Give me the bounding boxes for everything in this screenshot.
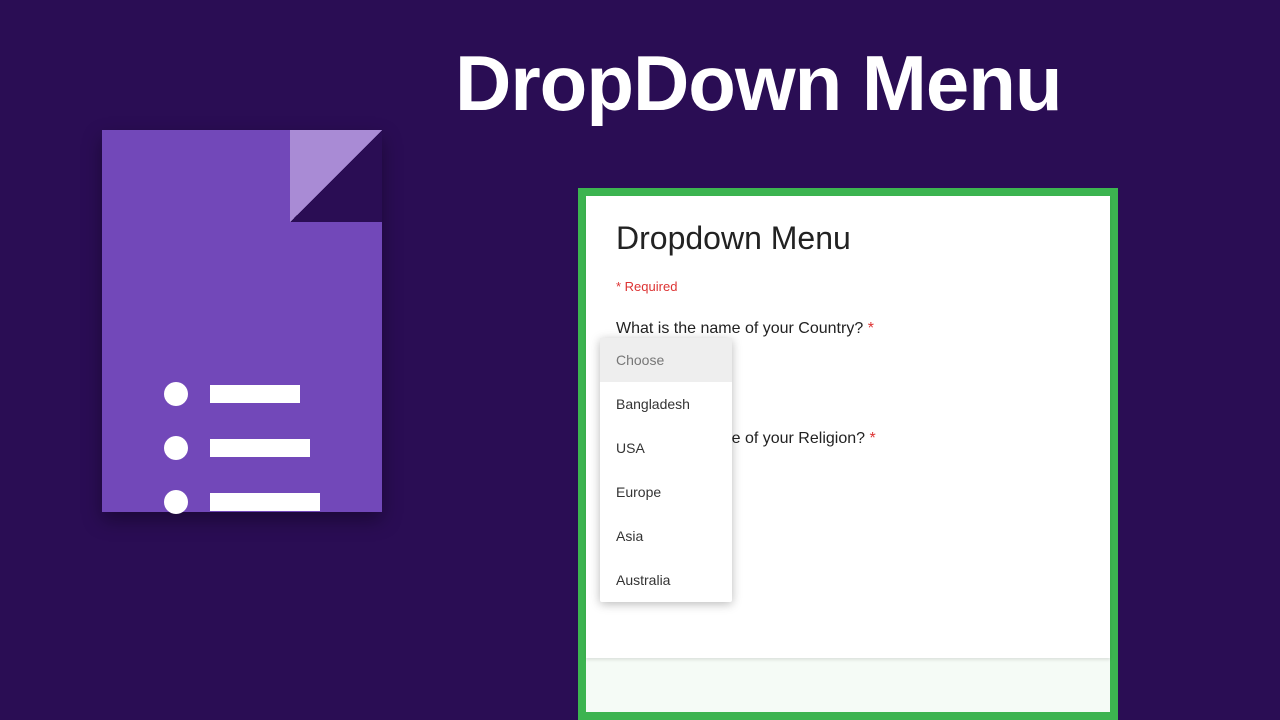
dropdown-option[interactable]: Bangladesh xyxy=(600,382,732,426)
dropdown-option[interactable]: Europe xyxy=(600,470,732,514)
dropdown-option[interactable]: Australia xyxy=(600,558,732,602)
list-icon xyxy=(164,382,320,514)
dropdown-option[interactable]: Asia xyxy=(600,514,732,558)
required-star: * xyxy=(869,430,875,447)
required-label: * Required xyxy=(616,279,1080,294)
required-star: * xyxy=(868,320,874,337)
question-country: What is the name of your Country? * xyxy=(616,320,1080,338)
forms-app-icon xyxy=(102,130,382,512)
form-title: Dropdown Menu xyxy=(616,220,1080,257)
page-fold-icon xyxy=(290,130,382,222)
page-heading: DropDown Menu xyxy=(455,38,1062,129)
country-dropdown[interactable]: Choose Bangladesh USA Europe Asia Austra… xyxy=(600,338,732,602)
dropdown-option-choose[interactable]: Choose xyxy=(600,338,732,382)
dropdown-option[interactable]: USA xyxy=(600,426,732,470)
question-label: What is the name of your Country? * xyxy=(616,320,1080,338)
